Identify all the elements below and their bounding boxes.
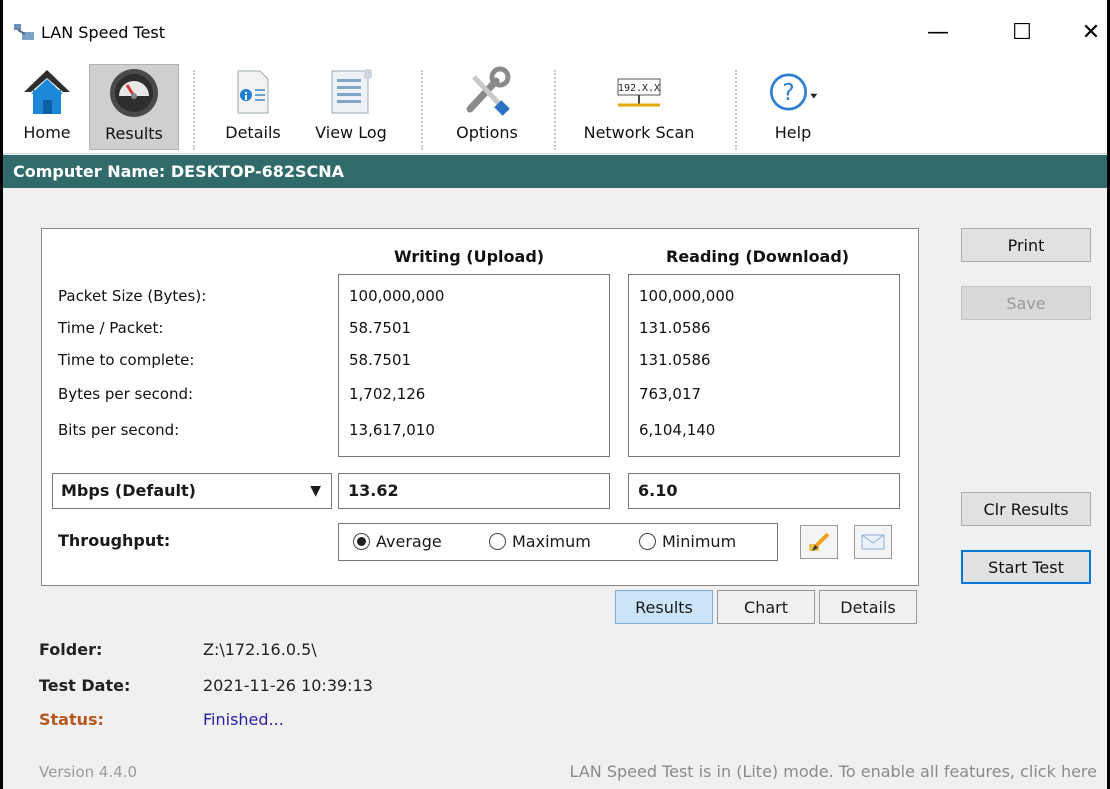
- download-values-box: 100,000,000 131.0586 131.0586 763,017 6,…: [628, 274, 900, 457]
- download-value: 763,017: [639, 385, 702, 403]
- toolbar-results-button[interactable]: Results: [89, 64, 179, 150]
- toolbar-label: Help: [774, 123, 812, 142]
- toolbar-separator: [554, 70, 556, 150]
- speedometer-icon: [110, 69, 158, 117]
- test-date-label: Test Date:: [39, 676, 131, 695]
- help-icon: ?: [769, 73, 818, 111]
- toolbar-label: View Log: [315, 123, 387, 142]
- download-header: Reading (Download): [666, 247, 850, 266]
- download-value: 131.0586: [639, 319, 711, 337]
- upload-value: 13,617,010: [349, 421, 435, 439]
- row-label: Bits per second:: [58, 421, 180, 439]
- tab-chart[interactable]: Chart: [717, 590, 815, 624]
- radio-maximum[interactable]: Maximum: [489, 532, 591, 551]
- radio-label: Maximum: [512, 532, 591, 551]
- maximize-button[interactable]: ☐: [999, 12, 1045, 52]
- upload-value: 58.7501: [349, 351, 412, 369]
- toolbar-details-button[interactable]: Details: [215, 64, 291, 150]
- tab-results[interactable]: Results: [615, 590, 713, 624]
- radio-minimum[interactable]: Minimum: [639, 532, 736, 551]
- row-label: Time / Packet:: [58, 319, 164, 337]
- radio-label: Average: [376, 532, 442, 551]
- lite-mode-link[interactable]: LAN Speed Test is in (Lite) mode. To ena…: [570, 762, 1097, 781]
- app-window: LAN Speed Test — ☐ ✕ Home Results Detail…: [0, 0, 1110, 789]
- radio-empty-icon: [639, 533, 656, 550]
- results-panel: Writing (Upload) Reading (Download) Pack…: [41, 228, 919, 586]
- status-label: Status:: [39, 710, 104, 729]
- folder-label: Folder:: [39, 640, 103, 659]
- row-label: Bytes per second:: [58, 385, 194, 403]
- toolbar-network-scan-button[interactable]: 192.X.X Network Scan: [569, 64, 709, 150]
- radio-empty-icon: [489, 533, 506, 550]
- upload-value: 100,000,000: [349, 287, 445, 305]
- toolbar-options-button[interactable]: Options: [439, 64, 535, 150]
- unit-dropdown[interactable]: Mbps (Default) ▼: [52, 473, 332, 509]
- upload-rate-field[interactable]: 13.62: [338, 473, 610, 509]
- home-icon: [24, 70, 70, 114]
- print-button[interactable]: Print: [961, 228, 1091, 262]
- test-date-value: 2021-11-26 10:39:13: [203, 676, 373, 695]
- help-glyph: ?: [782, 78, 794, 106]
- radio-selected-icon: [353, 533, 370, 550]
- radio-average[interactable]: Average: [353, 532, 442, 551]
- toolbar-label: Results: [105, 124, 163, 143]
- radio-label: Minimum: [662, 532, 737, 551]
- unit-dropdown-value: Mbps (Default): [61, 481, 196, 500]
- toolbar-home-button[interactable]: Home: [9, 64, 85, 150]
- toolbar-label: Details: [225, 123, 281, 142]
- row-label: Packet Size (Bytes):: [58, 287, 207, 305]
- save-button[interactable]: Save: [961, 286, 1091, 320]
- download-rate-field[interactable]: 6.10: [628, 473, 900, 509]
- toolbar-separator: [193, 70, 195, 150]
- throughput-label: Throughput:: [58, 531, 171, 550]
- toolbar-label: Network Scan: [583, 123, 695, 142]
- toolbar: Home Results Details View Log Options 19…: [3, 62, 1107, 154]
- tools-icon: [466, 66, 511, 116]
- toolbar-label: Home: [23, 123, 71, 142]
- clear-results-button[interactable]: Clr Results: [961, 492, 1091, 526]
- upload-values-box: 100,000,000 58.7501 58.7501 1,702,126 13…: [338, 274, 610, 457]
- download-value: 100,000,000: [639, 287, 735, 305]
- version-label: Version 4.4.0: [39, 763, 138, 781]
- title-bar: LAN Speed Test — ☐ ✕: [3, 0, 1107, 62]
- ip-text: 192.X.X: [618, 83, 660, 94]
- row-label: Time to complete:: [58, 351, 195, 369]
- computer-name-bar: Computer Name: DESKTOP-682SCNA: [3, 155, 1107, 188]
- toolbar-view-log-button[interactable]: View Log: [303, 64, 399, 150]
- throughput-radio-group: Average Maximum Minimum: [338, 523, 778, 561]
- envelope-icon: [861, 534, 885, 550]
- upload-value: 1,702,126: [349, 385, 426, 403]
- upload-header: Writing (Upload): [394, 247, 545, 266]
- tab-details[interactable]: Details: [819, 590, 917, 624]
- status-value: Finished...: [203, 710, 284, 729]
- minimize-button[interactable]: —: [915, 12, 961, 52]
- app-icon: [14, 24, 34, 40]
- network-scan-icon: 192.X.X: [617, 78, 661, 107]
- toolbar-separator: [421, 70, 423, 150]
- toolbar-help-button[interactable]: ? Help: [753, 64, 833, 150]
- toolbar-label: Options: [456, 123, 518, 142]
- upload-value: 58.7501: [349, 319, 412, 337]
- folder-value: Z:\172.16.0.5\: [203, 640, 317, 659]
- details-icon: [237, 70, 269, 114]
- download-value: 6,104,140: [639, 421, 716, 439]
- email-button[interactable]: [854, 525, 892, 559]
- start-test-button[interactable]: Start Test: [961, 550, 1091, 584]
- toolbar-separator: [735, 70, 737, 150]
- log-icon: [331, 69, 372, 114]
- pencil-icon: [809, 532, 830, 551]
- download-value: 131.0586: [639, 351, 711, 369]
- close-button[interactable]: ✕: [1068, 12, 1107, 52]
- edit-button[interactable]: [800, 525, 838, 559]
- window-title: LAN Speed Test: [41, 23, 166, 42]
- dropdown-arrow-icon: ▼: [310, 483, 321, 499]
